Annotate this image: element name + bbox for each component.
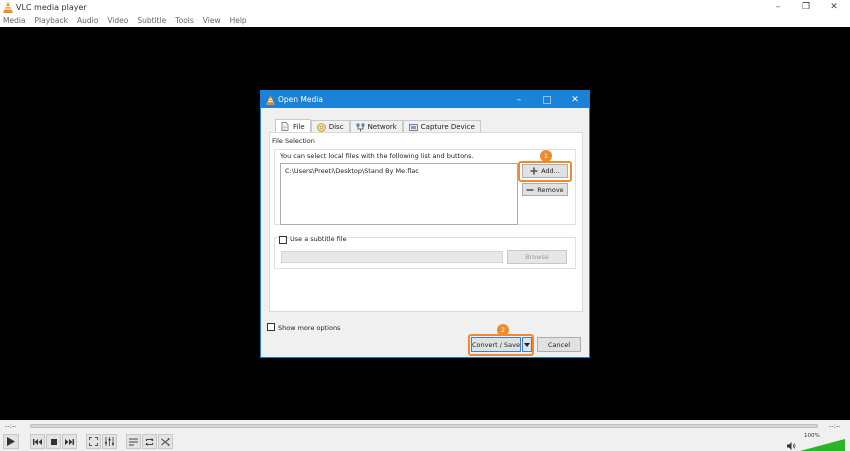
tab-file[interactable]: File	[275, 119, 311, 133]
file-list[interactable]: C:\Users\Preeti\Desktop\Stand By Me.flac	[280, 163, 518, 225]
list-item[interactable]: C:\Users\Preeti\Desktop\Stand By Me.flac	[281, 164, 517, 178]
time-total[interactable]: --:--	[829, 422, 841, 430]
previous-icon	[33, 438, 42, 445]
subtitle-checkbox[interactable]	[279, 236, 287, 244]
volume-slider[interactable]	[800, 439, 845, 451]
tab-label: File	[293, 122, 305, 131]
file-selection-description: You can select local files with the foll…	[280, 152, 474, 160]
callout-badge-1: 1	[540, 150, 552, 162]
callout-badge-2: 2	[497, 324, 509, 336]
play-icon	[7, 437, 15, 446]
fullscreen-button[interactable]	[86, 434, 101, 449]
menu-subtitle[interactable]: Subtitle	[137, 16, 166, 25]
cancel-button[interactable]: Cancel	[537, 337, 581, 352]
disc-icon	[316, 122, 326, 132]
extended-settings-button[interactable]	[102, 434, 117, 449]
next-icon	[65, 438, 74, 445]
menu-tools[interactable]: Tools	[175, 16, 193, 25]
tab-label: Network	[367, 123, 397, 131]
plus-icon	[530, 167, 538, 175]
subtitle-checkbox-label: Use a subtitle file	[289, 235, 348, 243]
shuffle-button[interactable]	[158, 434, 173, 449]
menu-audio[interactable]: Audio	[77, 16, 98, 25]
next-button[interactable]	[62, 434, 77, 449]
vlc-logo-icon	[266, 94, 275, 105]
dialog-close-button[interactable]: ✕	[561, 91, 589, 108]
playlist-button[interactable]	[126, 434, 141, 449]
remove-button[interactable]: Remove	[522, 183, 568, 196]
tab-label: Disc	[328, 123, 344, 131]
menu-video[interactable]: Video	[107, 16, 128, 25]
equalizer-icon	[105, 437, 114, 446]
remove-button-label: Remove	[537, 185, 564, 194]
menu-help[interactable]: Help	[230, 16, 247, 25]
open-media-dialog: Open Media – ✕ File Disc Network Capture…	[260, 90, 590, 358]
menu-bar: Media Playback Audio Video Subtitle Tool…	[0, 14, 850, 27]
dialog-minimize-button[interactable]: –	[505, 91, 533, 108]
show-more-options-checkbox[interactable]	[267, 323, 275, 331]
loop-icon	[145, 437, 154, 446]
shuffle-icon	[161, 437, 170, 446]
menu-media[interactable]: Media	[3, 16, 26, 25]
time-elapsed: --:--	[5, 422, 17, 430]
file-icon	[281, 122, 290, 131]
dialog-maximize-button[interactable]	[533, 91, 561, 108]
stop-button[interactable]	[46, 434, 61, 449]
restore-button[interactable]: ❐	[792, 0, 820, 14]
minus-icon	[526, 186, 534, 194]
speaker-icon[interactable]	[787, 442, 796, 450]
previous-button[interactable]	[30, 434, 45, 449]
fullscreen-icon	[89, 437, 98, 446]
dialog-tabs: File Disc Network Capture Device	[275, 119, 481, 133]
playlist-icon	[129, 437, 138, 446]
window-title: VLC media player	[16, 2, 87, 12]
seek-bar[interactable]	[30, 424, 818, 428]
browse-button[interactable]: Browse	[507, 250, 567, 264]
stop-icon	[50, 438, 57, 445]
control-bar: 100%	[0, 432, 850, 451]
subtitle-file-input[interactable]	[281, 251, 503, 263]
title-bar: VLC media player	[0, 0, 850, 14]
menu-playback[interactable]: Playback	[35, 16, 68, 25]
play-button[interactable]	[3, 434, 19, 449]
chevron-down-icon	[524, 342, 530, 347]
capture-device-icon	[408, 123, 418, 132]
convert-save-button[interactable]: Convert / Save	[471, 337, 521, 352]
dialog-title: Open Media	[278, 95, 323, 104]
menu-view[interactable]: View	[203, 16, 221, 25]
vlc-logo-icon	[2, 1, 14, 13]
add-button-label: Add...	[541, 167, 560, 175]
seek-row: --:-- --:--	[0, 420, 850, 432]
show-more-options-label: Show more options	[278, 324, 341, 332]
file-selection-label: File Selection	[272, 137, 315, 145]
convert-dropdown-button[interactable]	[522, 337, 532, 352]
add-button[interactable]: Add...	[522, 164, 568, 178]
close-button[interactable]: ✕	[820, 0, 848, 14]
tab-label: Capture Device	[420, 123, 475, 131]
loop-button[interactable]	[142, 434, 157, 449]
minimize-button[interactable]: –	[764, 0, 792, 14]
network-icon	[356, 123, 365, 132]
